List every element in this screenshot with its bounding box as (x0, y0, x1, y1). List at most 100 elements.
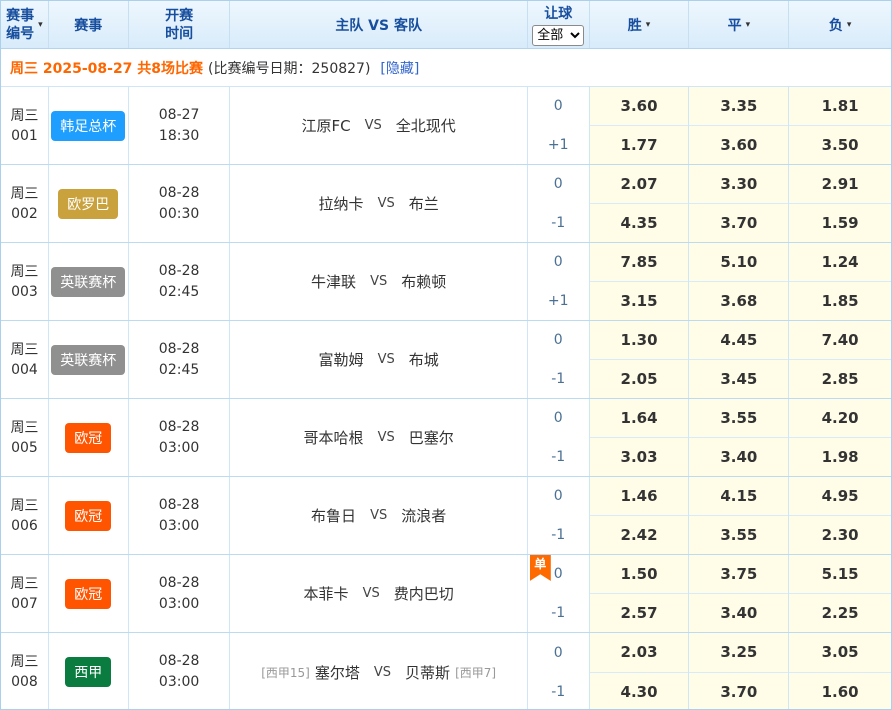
league-badge[interactable]: 西甲 (65, 657, 111, 687)
draw-odds-bottom[interactable]: 3.40 (689, 437, 788, 476)
draw-odds-top[interactable]: 5.10 (689, 243, 788, 281)
handicap-value-bottom: -1 (528, 360, 589, 399)
column-header-win[interactable]: 胜 ▾ (590, 1, 690, 48)
teams-cell[interactable]: 牛津联 VS 布赖顿 (230, 243, 527, 320)
win-odds-top[interactable]: 1.30 (590, 321, 689, 359)
draw-odds-bottom[interactable]: 3.68 (689, 281, 788, 320)
teams-cell[interactable]: 布鲁日 VS 流浪者 (230, 477, 527, 554)
lose-odds-top[interactable]: 4.95 (789, 477, 891, 515)
draw-odds-bottom[interactable]: 3.70 (689, 672, 788, 710)
lose-odds-cell: 4.95 2.30 (789, 477, 891, 554)
hide-link[interactable]: [隐藏] (380, 58, 419, 78)
match-date: 08-28 (159, 573, 200, 594)
lose-odds-bottom[interactable]: 1.60 (789, 672, 891, 710)
teams-cell[interactable]: 哥本哈根 VS 巴塞尔 (230, 399, 527, 476)
league-cell: 欧冠 (49, 399, 129, 476)
win-odds-bottom[interactable]: 2.05 (590, 359, 689, 398)
win-odds-top[interactable]: 1.46 (590, 477, 689, 515)
draw-odds-bottom[interactable]: 3.40 (689, 593, 788, 632)
match-row: 周三 002 欧罗巴 08-28 00:30 拉纳卡 VS 布兰 0 -1 2.… (1, 165, 891, 243)
lose-odds-bottom[interactable]: 2.30 (789, 515, 891, 554)
lose-odds-top[interactable]: 2.91 (789, 165, 891, 203)
draw-odds-top[interactable]: 3.75 (689, 555, 788, 593)
home-team: 富勒姆 (319, 349, 364, 370)
win-odds-top[interactable]: 1.64 (590, 399, 689, 437)
win-odds-top[interactable]: 2.03 (590, 633, 689, 672)
lose-odds-bottom[interactable]: 2.85 (789, 359, 891, 398)
teams-cell[interactable]: 拉纳卡 VS 布兰 (230, 165, 527, 242)
match-row: 周三 004 英联赛杯 08-28 02:45 富勒姆 VS 布城 0 -1 1… (1, 321, 891, 399)
teams-cell[interactable]: [西甲15] 塞尔塔 VS 贝蒂斯 [西甲7] (230, 633, 527, 710)
draw-odds-top[interactable]: 3.25 (689, 633, 788, 672)
home-rank: [西甲15] (261, 664, 310, 681)
win-odds-cell: 7.85 3.15 (590, 243, 690, 320)
league-cell: 英联赛杯 (49, 321, 129, 398)
draw-odds-top[interactable]: 4.15 (689, 477, 788, 515)
league-cell: 欧冠 (49, 477, 129, 554)
teams-cell[interactable]: 江原FC VS 全北现代 (230, 87, 527, 164)
league-badge[interactable]: 英联赛杯 (51, 345, 125, 375)
lose-odds-bottom[interactable]: 1.85 (789, 281, 891, 320)
time-header-line2: 时间 (165, 25, 193, 43)
lose-odds-bottom[interactable]: 1.98 (789, 437, 891, 476)
win-odds-top[interactable]: 1.50 (590, 555, 689, 593)
draw-odds-bottom[interactable]: 3.45 (689, 359, 788, 398)
win-odds-cell: 1.30 2.05 (590, 321, 690, 398)
win-odds-bottom[interactable]: 2.57 (590, 593, 689, 632)
column-header-lose[interactable]: 负 ▾ (789, 1, 891, 48)
win-odds-bottom[interactable]: 1.77 (590, 125, 689, 164)
win-odds-bottom[interactable]: 2.42 (590, 515, 689, 554)
home-team: 布鲁日 (311, 505, 356, 526)
column-header-draw[interactable]: 平 ▾ (689, 1, 789, 48)
teams-cell[interactable]: 富勒姆 VS 布城 (230, 321, 527, 398)
lose-odds-top[interactable]: 1.24 (789, 243, 891, 281)
match-time: 03:00 (159, 438, 199, 459)
handicap-value-bottom: -1 (528, 438, 589, 477)
draw-odds-cell: 3.30 3.70 (689, 165, 789, 242)
league-badge[interactable]: 欧冠 (65, 423, 111, 453)
teams-cell[interactable]: 本菲卡 VS 费内巴切 (230, 555, 527, 632)
draw-odds-cell: 3.75 3.40 (689, 555, 789, 632)
column-header-teams: 主队 VS 客队 (230, 1, 527, 48)
win-odds-cell: 1.64 3.03 (590, 399, 690, 476)
win-odds-bottom[interactable]: 4.30 (590, 672, 689, 710)
sort-caret-icon: ▾ (646, 20, 651, 30)
odds-table: 赛事 编号 ▾ 赛事 开赛 时间 主队 VS 客队 让球 全部 胜 ▾ (0, 0, 892, 710)
win-odds-top[interactable]: 3.60 (590, 87, 689, 125)
league-badge[interactable]: 韩足总杯 (51, 111, 125, 141)
draw-odds-top[interactable]: 3.35 (689, 87, 788, 125)
lose-odds-bottom[interactable]: 2.25 (789, 593, 891, 632)
lose-odds-bottom[interactable]: 3.50 (789, 125, 891, 164)
win-odds-bottom[interactable]: 4.35 (590, 203, 689, 242)
draw-odds-top[interactable]: 3.30 (689, 165, 788, 203)
win-odds-top[interactable]: 7.85 (590, 243, 689, 281)
lose-odds-top[interactable]: 5.15 (789, 555, 891, 593)
lose-odds-top[interactable]: 7.40 (789, 321, 891, 359)
lose-odds-cell: 3.05 1.60 (789, 633, 891, 710)
sort-caret-icon: ▾ (38, 20, 43, 30)
draw-odds-top[interactable]: 3.55 (689, 399, 788, 437)
lose-odds-top[interactable]: 4.20 (789, 399, 891, 437)
draw-odds-top[interactable]: 4.45 (689, 321, 788, 359)
match-number-cell: 周三 005 (1, 399, 49, 476)
league-badge[interactable]: 欧冠 (65, 579, 111, 609)
lose-odds-bottom[interactable]: 1.59 (789, 203, 891, 242)
win-odds-bottom[interactable]: 3.15 (590, 281, 689, 320)
home-team: 塞尔塔 (315, 662, 360, 683)
league-badge[interactable]: 欧冠 (65, 501, 111, 531)
league-badge[interactable]: 欧罗巴 (58, 189, 118, 219)
column-header-match-no[interactable]: 赛事 编号 ▾ (1, 1, 49, 48)
handicap-header-label: 让球 (544, 3, 572, 23)
draw-odds-bottom[interactable]: 3.55 (689, 515, 788, 554)
win-odds-top[interactable]: 2.07 (590, 165, 689, 203)
league-badge[interactable]: 英联赛杯 (51, 267, 125, 297)
match-no-header-line1: 赛事 (6, 7, 34, 25)
win-odds-cell: 1.46 2.42 (590, 477, 690, 554)
draw-odds-bottom[interactable]: 3.70 (689, 203, 788, 242)
lose-odds-top[interactable]: 1.81 (789, 87, 891, 125)
draw-odds-bottom[interactable]: 3.60 (689, 125, 788, 164)
handicap-filter-select[interactable]: 全部 (532, 25, 584, 46)
lose-odds-cell: 1.81 3.50 (789, 87, 891, 164)
win-odds-bottom[interactable]: 3.03 (590, 437, 689, 476)
lose-odds-top[interactable]: 3.05 (789, 633, 891, 672)
